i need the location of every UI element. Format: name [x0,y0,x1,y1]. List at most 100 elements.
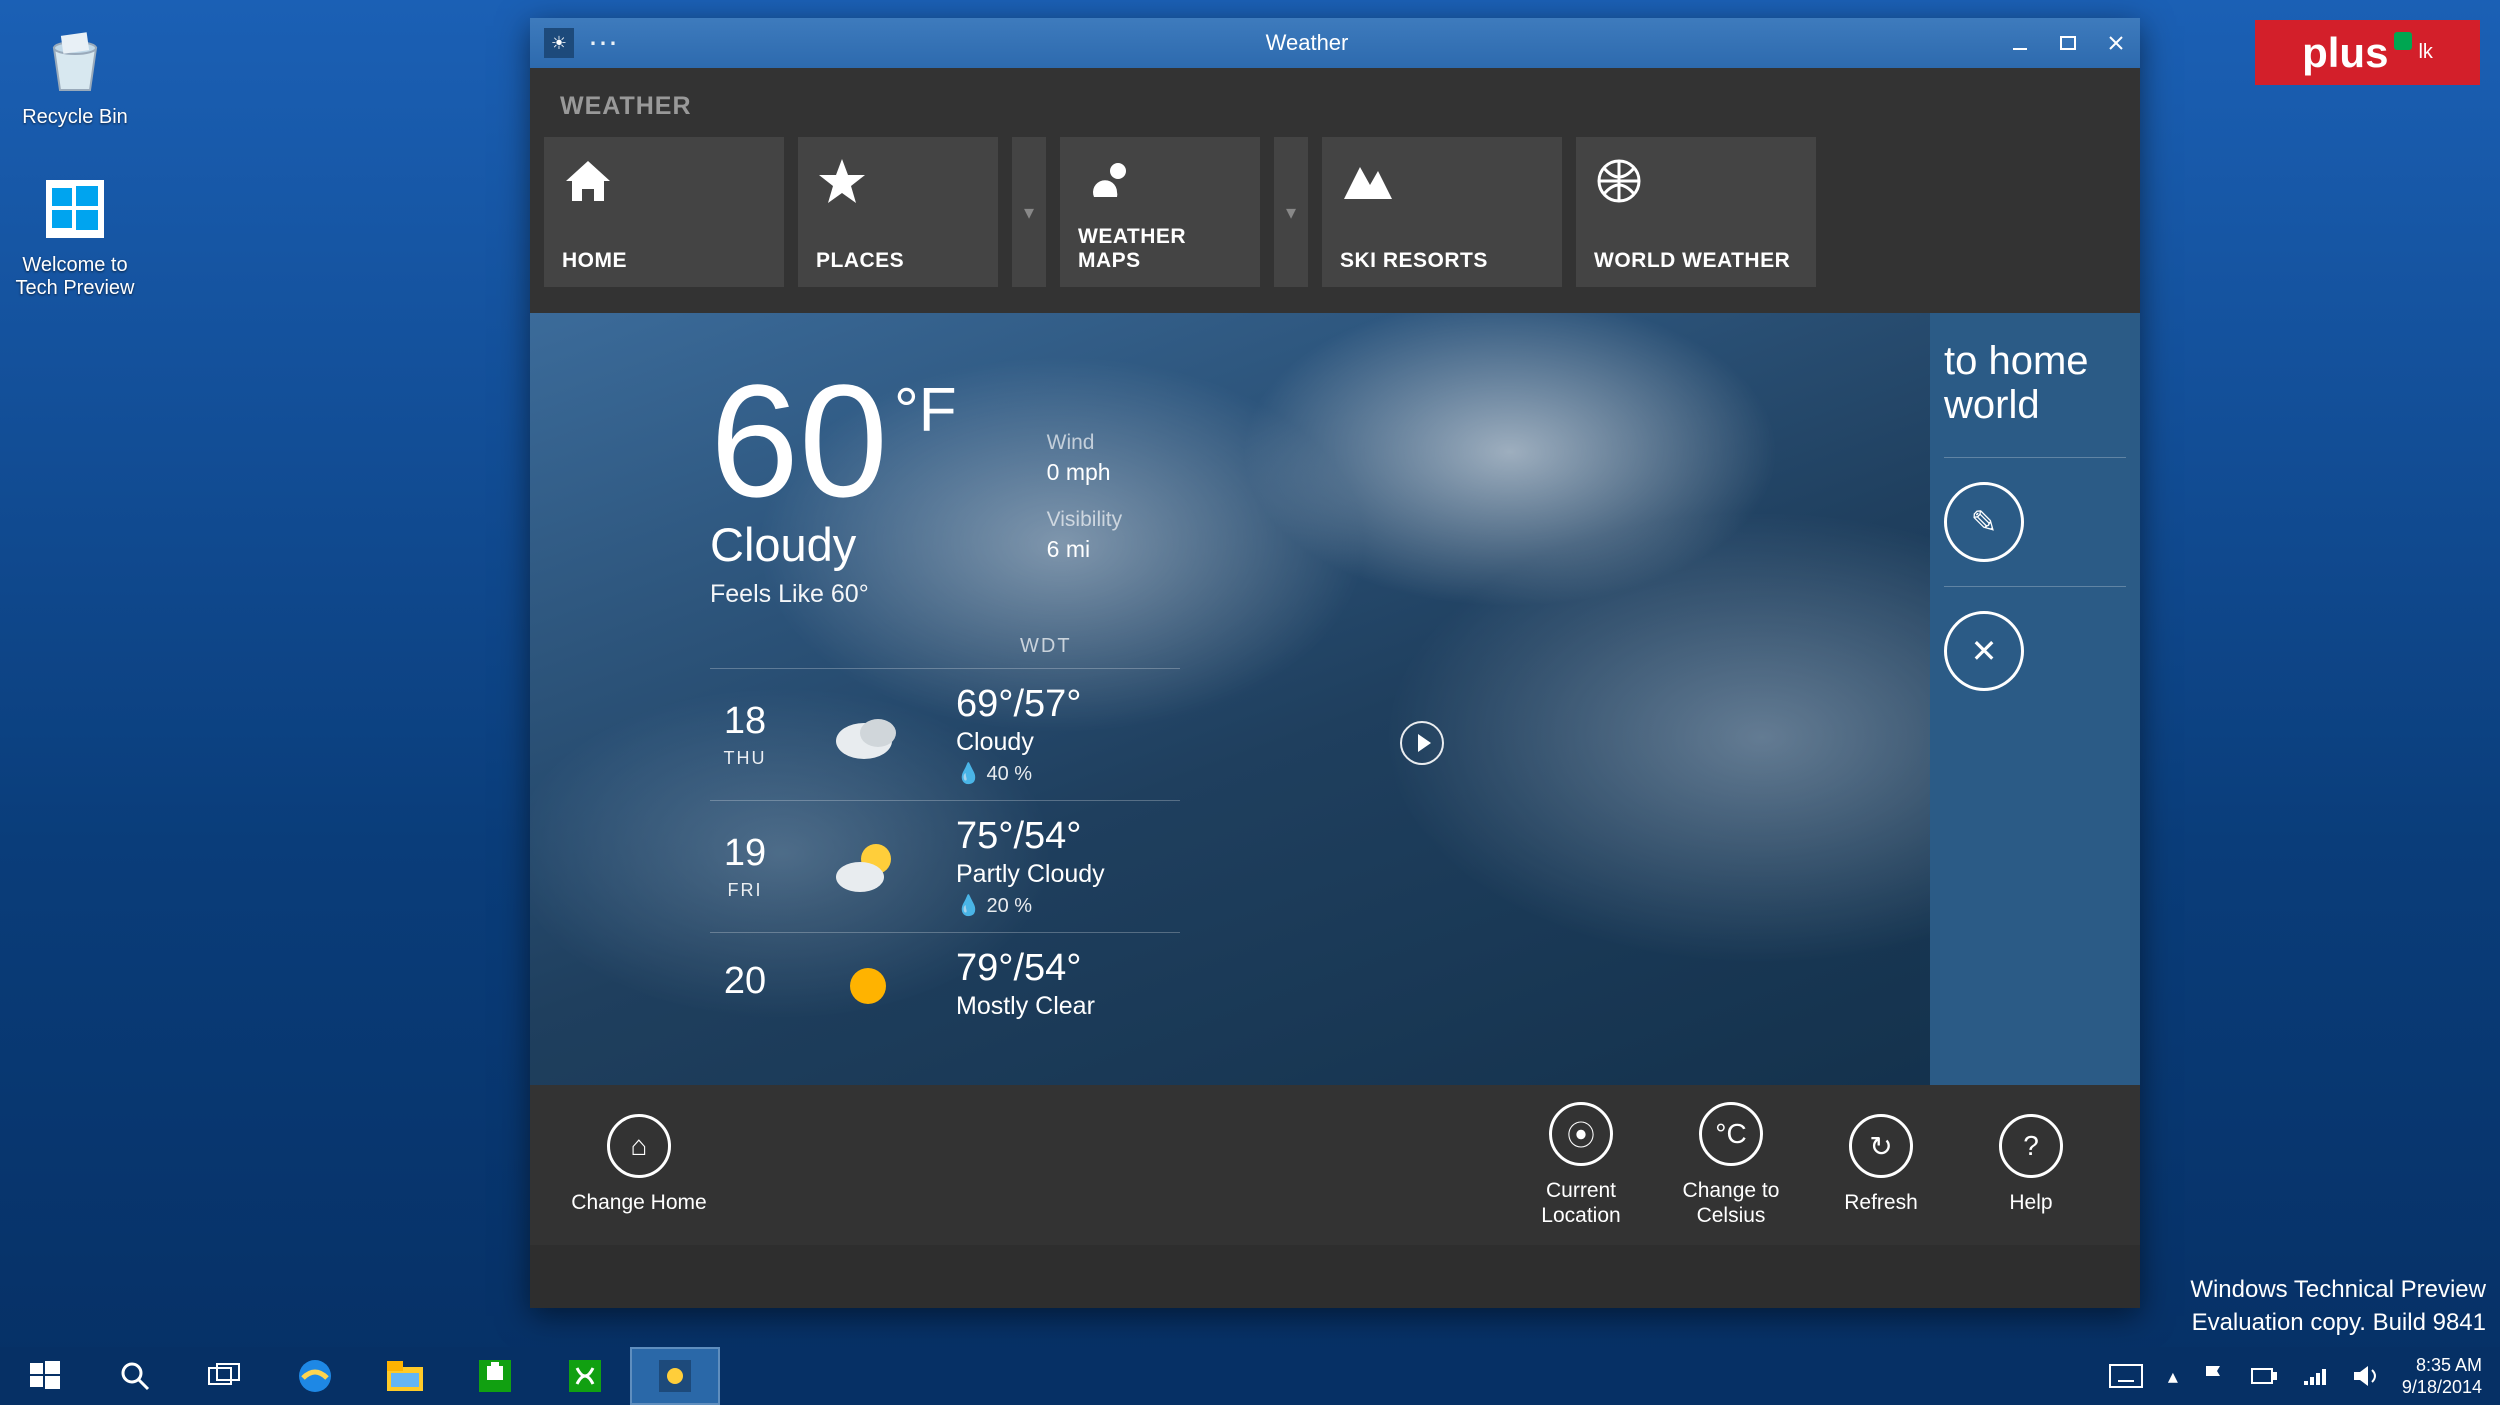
watermark-line: Evaluation copy. Build 9841 [2190,1307,2486,1339]
nav-home[interactable]: HOME [544,137,784,287]
current-condition: Cloudy [710,517,957,572]
forecast-row[interactable]: 19FRI 75°/54°Partly Cloudy💧 20 % [710,800,1180,932]
desktop-icon-label: Recycle Bin [22,106,128,128]
help-button[interactable]: ? Help [1956,1114,2106,1215]
feels-like: Feels Like 60° [710,580,957,609]
taskbar-weather[interactable] [630,1347,720,1405]
forecast-cond: Cloudy [956,728,1082,757]
forecast-hilo: 69°/57° [956,683,1082,726]
home-icon [562,151,766,211]
celsius-icon: °C [1699,1102,1763,1166]
brand-text: plus [2302,29,2388,77]
side-panel: to home world ✎ ✕ [1930,313,2140,1085]
watermark-line: Windows Technical Preview [2190,1274,2486,1306]
nav-world-weather[interactable]: WORLD WEATHER [1576,137,1816,287]
taskbar-clock[interactable]: 8:35 AM 9/18/2014 [2402,1354,2482,1399]
taskbar-explorer[interactable] [360,1347,450,1405]
minimize-button[interactable] [1996,18,2044,68]
play-button[interactable] [1400,721,1444,765]
clock-date: 9/18/2014 [2402,1376,2482,1399]
appbar-label: Refresh [1806,1190,1956,1215]
change-home-button[interactable]: ⌂ Change Home [564,1114,714,1215]
search-button[interactable] [90,1347,180,1405]
current-weather-panel: 60 °F Cloudy Feels Like 60° Wind 0 mph V… [530,313,1930,1085]
forecast-cond: Mostly Clear [956,992,1095,1021]
current-location-button[interactable]: ⦿ Current Location [1506,1102,1656,1228]
tray-network-icon[interactable] [2302,1365,2328,1387]
maximize-button[interactable] [2044,18,2092,68]
refresh-button[interactable]: ↻ Refresh [1806,1114,1956,1215]
titlebar[interactable]: ☀ ⋯ Weather [530,18,2140,68]
places-dropdown[interactable]: ▾ [1012,137,1046,287]
forecast-hilo: 75°/54° [956,815,1105,858]
current-temperature: 60 °F [710,369,957,513]
start-button[interactable] [0,1347,90,1405]
app-navbar: WEATHER HOME PLACES ▾ WEATHER MAPS ▾ SKI… [530,68,2140,313]
nav-label: PLACES [816,249,980,273]
forecast-cond: Partly Cloudy [956,860,1105,889]
nav-label: SKI RESORTS [1340,249,1544,273]
desktop-icon-welcome[interactable]: Welcome to Tech Preview [10,170,140,300]
mountain-icon [1340,151,1544,211]
visibility-value: 6 mi [1047,536,1122,563]
nav-places[interactable]: PLACES [798,137,998,287]
nav-label: WEATHER MAPS [1078,225,1242,273]
target-icon: ⦿ [1549,1102,1613,1166]
star-icon [816,151,980,211]
forecast-row[interactable]: 20 79°/54°Mostly Clear [710,932,1180,1035]
sunny-icon [830,948,906,1020]
nav-weather-maps[interactable]: WEATHER MAPS [1060,137,1260,287]
windows-logo-icon [36,170,114,248]
taskbar: ▴ 8:35 AM 9/18/2014 [0,1347,2500,1405]
globe-icon [1594,151,1798,211]
temp-value: 60 [710,369,888,513]
nav-ski-resorts[interactable]: SKI RESORTS [1322,137,1562,287]
temp-unit: °F [894,383,957,513]
appbar-label: Help [1956,1190,2106,1215]
close-button[interactable] [2092,18,2140,68]
desktop-icon-recycle-bin[interactable]: Recycle Bin [10,22,140,129]
forecast-hilo: 79°/54° [956,947,1095,990]
brand-suffix: lk [2418,41,2432,64]
nav-label: WORLD WEATHER [1594,249,1798,273]
forecast-precip: 20 % [986,895,1032,917]
cloudy-icon [830,699,906,771]
tray-keyboard-icon[interactable] [2108,1363,2144,1389]
change-celsius-button[interactable]: °C Change to Celsius [1656,1102,1806,1228]
appbar-label: Change Home [564,1190,714,1215]
home-pin-icon: ⌂ [607,1114,671,1178]
data-provider: WDT [1020,635,1870,658]
app-content: 60 °F Cloudy Feels Like 60° Wind 0 mph V… [530,313,2140,1085]
forecast-date: 20 [710,960,780,1003]
task-view-button[interactable] [180,1347,270,1405]
taskbar-ie[interactable] [270,1347,360,1405]
tray-flag-icon[interactable] [2202,1364,2226,1388]
pencil-icon: ✎ [1944,482,2024,562]
wind-value: 0 mph [1047,459,1122,486]
taskbar-xbox[interactable] [540,1347,630,1405]
partly-cloudy-icon [830,831,906,903]
sidepane-edit[interactable]: ✎ [1944,457,2126,586]
weather-window: ☀ ⋯ Weather WEATHER HOME PLACES ▾ WEATHE… [530,18,2140,1308]
recycle-bin-icon [36,22,114,100]
taskbar-store[interactable] [450,1347,540,1405]
clock-time: 8:35 AM [2402,1354,2482,1377]
tray-chevron-icon[interactable]: ▴ [2168,1364,2178,1389]
forecast-day: FRI [710,880,780,901]
close-icon: ✕ [1944,611,2024,691]
appbar-label: Current Location [1506,1178,1656,1228]
maps-dropdown[interactable]: ▾ [1274,137,1308,287]
sidepane-remove[interactable]: ✕ [1944,586,2126,715]
wind-label: Wind [1047,431,1122,455]
appbar-label: Change to Celsius [1656,1178,1806,1228]
forecast-row[interactable]: 18THU 69°/57°Cloudy💧 40 % [710,668,1180,800]
forecast-date: 18 [710,700,780,743]
app-bar: ⌂ Change Home ⦿ Current Location °C Change … [530,1085,2140,1245]
refresh-icon: ↻ [1849,1114,1913,1178]
tray-volume-icon[interactable] [2352,1364,2378,1388]
question-icon: ? [1999,1114,2063,1178]
forecast-precip: 40 % [986,763,1032,785]
brand-logo: plus lk [2255,20,2480,85]
app-menu-ellipsis[interactable]: ⋯ [588,26,618,61]
tray-battery-icon[interactable] [2250,1367,2278,1385]
